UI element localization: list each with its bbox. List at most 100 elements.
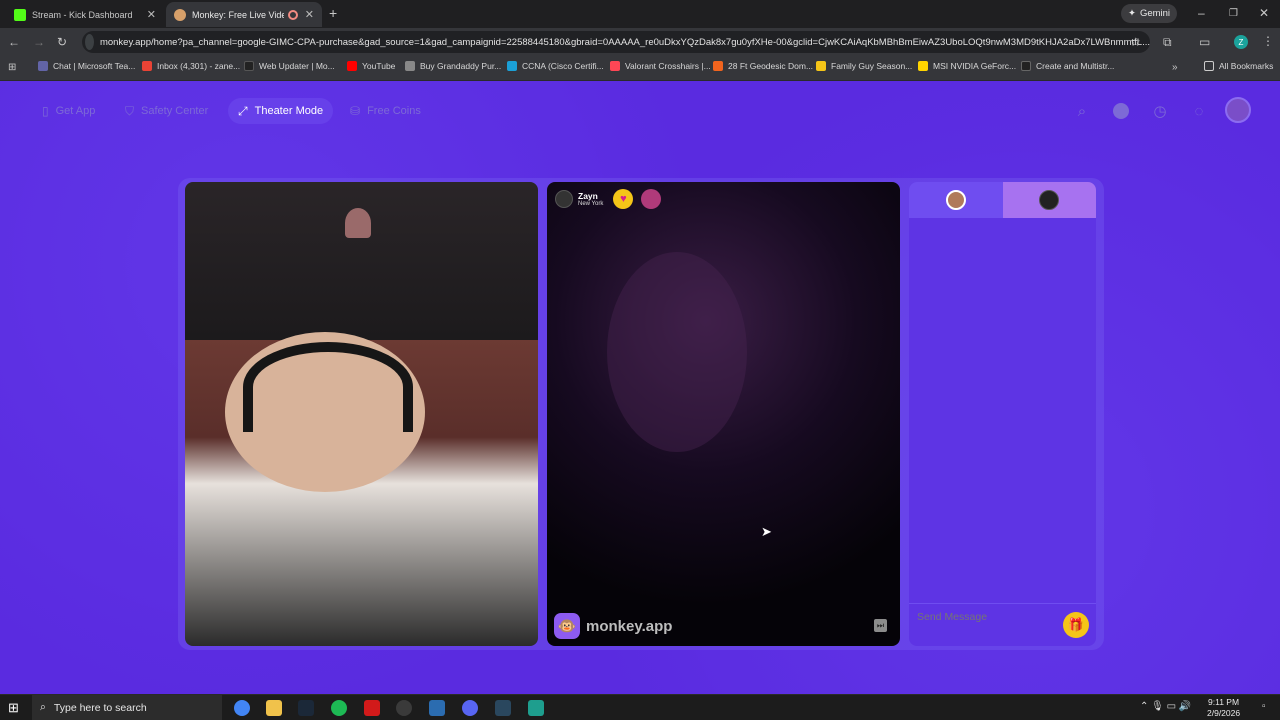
sparkle-icon: ✦ <box>1127 8 1136 19</box>
back-icon[interactable]: ← <box>8 36 20 48</box>
close-icon[interactable]: ✕ <box>147 8 156 21</box>
spotify-icon[interactable] <box>331 700 347 716</box>
close-window-icon[interactable]: ✕ <box>1259 7 1269 19</box>
reload-icon[interactable]: ↻ <box>57 36 67 48</box>
partner-video: Zayn New York ♥ 🐵 monkey.app ⏭ <box>547 182 900 646</box>
gift-icon[interactable]: 🎁 <box>1063 612 1089 638</box>
apps-grid-icon[interactable]: ⊞ <box>8 62 16 74</box>
taskbar-search[interactable]: ⌕ Type here to search <box>32 695 222 720</box>
all-bookmarks[interactable]: All Bookmarks <box>1204 61 1273 71</box>
theater-mode-button[interactable]: ⤢ Theater Mode <box>228 98 334 124</box>
nav-label: Theater Mode <box>254 105 324 117</box>
profile-avatar[interactable] <box>1225 97 1251 123</box>
restream-icon <box>1021 61 1031 71</box>
address-text: monkey.app/home?pa_channel=google-GIMC-C… <box>99 36 1150 48</box>
search-icon[interactable]: ⌕ <box>1071 100 1093 122</box>
new-tab-icon[interactable]: + <box>329 6 337 20</box>
notification-icon[interactable]: ▫ <box>1262 701 1266 712</box>
heart-badge-icon: ♥ <box>613 189 634 209</box>
all-bookmarks-label: All Bookmarks <box>1219 61 1274 71</box>
side-panel-icon[interactable]: ▭ <box>1199 36 1210 48</box>
bookmark-item[interactable]: Family Guy Season... <box>816 61 912 71</box>
tab-strip: Stream - Kick Dashboard ✕ Monkey: Free L… <box>0 0 1280 28</box>
gemini-button[interactable]: ✦ Gemini <box>1121 4 1177 23</box>
kick-icon <box>14 8 26 21</box>
bookmark-label: 28 Ft Geodesic Dom... <box>728 61 814 71</box>
app-icon[interactable] <box>364 700 380 716</box>
face-shadow <box>607 252 747 452</box>
site-info-icon[interactable] <box>85 34 94 50</box>
chat-header <box>909 182 1096 218</box>
crown-decoration <box>345 208 371 238</box>
bookmark-item[interactable]: Buy Grandaddy Pur... <box>405 61 501 71</box>
bookmark-item[interactable]: Create and Multistr... <box>1021 61 1114 71</box>
file-explorer-icon[interactable] <box>266 700 282 716</box>
self-video <box>185 182 538 646</box>
clock-date: 2/9/2026 <box>1207 708 1241 718</box>
send-message-input[interactable] <box>917 610 1057 624</box>
app-icon[interactable] <box>528 700 544 716</box>
nav-label: Get App <box>55 105 96 117</box>
minimize-icon[interactable]: – <box>1198 7 1205 19</box>
bookmark-star-icon[interactable]: ☆ <box>1130 36 1141 48</box>
bookmark-item[interactable]: Chat | Microsoft Tea... <box>38 61 135 71</box>
bookmark-label: Buy Grandaddy Pur... <box>420 61 502 71</box>
bookmark-label: Chat | Microsoft Tea... <box>53 61 136 71</box>
self-tab[interactable] <box>909 182 1003 218</box>
discord-icon[interactable] <box>462 700 478 716</box>
history-icon[interactable]: ◷ <box>1149 100 1171 122</box>
chrome-icon[interactable] <box>234 700 250 716</box>
monkey-page: ▯ Get App ⛉ Safety Center ⤢ Theater Mode ⛁ F… <box>0 81 1280 694</box>
steam-icon[interactable] <box>298 700 314 716</box>
free-coins-button[interactable]: ⛁ Free Coins <box>340 98 431 124</box>
bookmark-label: Inbox (4,301) - zane... <box>157 61 241 71</box>
bookmark-label: MSI NVIDIA GeForc... <box>933 61 1017 71</box>
gemini-label: Gemini <box>1139 8 1171 19</box>
toolbar: ← → ↻ monkey.app/home?pa_channel=google-… <box>0 28 1280 56</box>
skip-icon[interactable]: ⏭ <box>874 619 887 632</box>
clock[interactable]: 9:11 PM 2/9/2026 <box>1207 697 1240 719</box>
restore-icon[interactable]: ❐ <box>1229 8 1238 20</box>
bookmark-item[interactable]: 28 Ft Geodesic Dom... <box>713 61 813 71</box>
menu-icon[interactable]: ⋮ <box>1262 35 1274 47</box>
partner-chat-avatar <box>1039 190 1060 210</box>
partner-name: Zayn <box>578 191 598 201</box>
steam-icon[interactable] <box>495 700 511 716</box>
nav-label: Free Coins <box>367 105 421 117</box>
bookmark-item[interactable]: YouTube <box>347 61 395 71</box>
bookmark-label: Family Guy Season... <box>831 61 913 71</box>
bookmark-item[interactable]: Inbox (4,301) - zane... <box>142 61 240 71</box>
folder-icon <box>1204 61 1214 71</box>
bookmark-item[interactable]: Web Updater | Mo... <box>244 61 335 71</box>
chevron-right-icon[interactable]: » <box>1172 62 1178 74</box>
tab-kick[interactable]: Stream - Kick Dashboard ✕ <box>6 2 164 27</box>
chat-panel: 🎁 <box>909 182 1096 646</box>
msi-icon <box>918 61 928 71</box>
friends-icon[interactable] <box>1110 100 1132 122</box>
app-icon[interactable] <box>429 700 445 716</box>
gmail-icon <box>142 61 152 71</box>
extensions-icon[interactable]: ⧉ <box>1163 36 1172 48</box>
teams-icon <box>38 61 48 71</box>
bookmark-item[interactable]: Valorant Crosshairs |... <box>610 61 711 71</box>
forward-icon[interactable]: → <box>33 36 45 48</box>
tray-icons[interactable]: ⌃ 🎙 ▭ 🔊 <box>1140 701 1191 712</box>
close-icon[interactable]: ✕ <box>305 8 314 21</box>
bookmark-label: Create and Multistr... <box>1036 61 1115 71</box>
shield-icon: ⛉ <box>125 103 135 118</box>
obs-icon[interactable] <box>396 700 412 716</box>
mouse-cursor: ➤ <box>761 524 772 539</box>
tab-title: Stream - Kick Dashboard <box>32 9 133 20</box>
windows-start-icon[interactable]: ⊞ <box>8 700 19 716</box>
messages-icon[interactable]: ◌ <box>1188 100 1210 122</box>
bookmark-item[interactable]: MSI NVIDIA GeForc... <box>918 61 1016 71</box>
nav-label: Safety Center <box>141 105 209 117</box>
address-bar[interactable]: monkey.app/home?pa_channel=google-GIMC-C… <box>82 31 1150 53</box>
partner-tab[interactable] <box>1002 182 1096 218</box>
get-app-button[interactable]: ▯ Get App <box>32 98 105 124</box>
tab-monkey[interactable]: Monkey: Free Live Video Ch ✕ <box>166 2 322 27</box>
safety-center-button[interactable]: ⛉ Safety Center <box>115 98 218 124</box>
bookmark-label: Valorant Crosshairs |... <box>625 61 711 71</box>
profile-avatar[interactable]: Z <box>1234 35 1248 49</box>
bookmark-item[interactable]: CCNA (Cisco Certifi... <box>507 61 604 71</box>
